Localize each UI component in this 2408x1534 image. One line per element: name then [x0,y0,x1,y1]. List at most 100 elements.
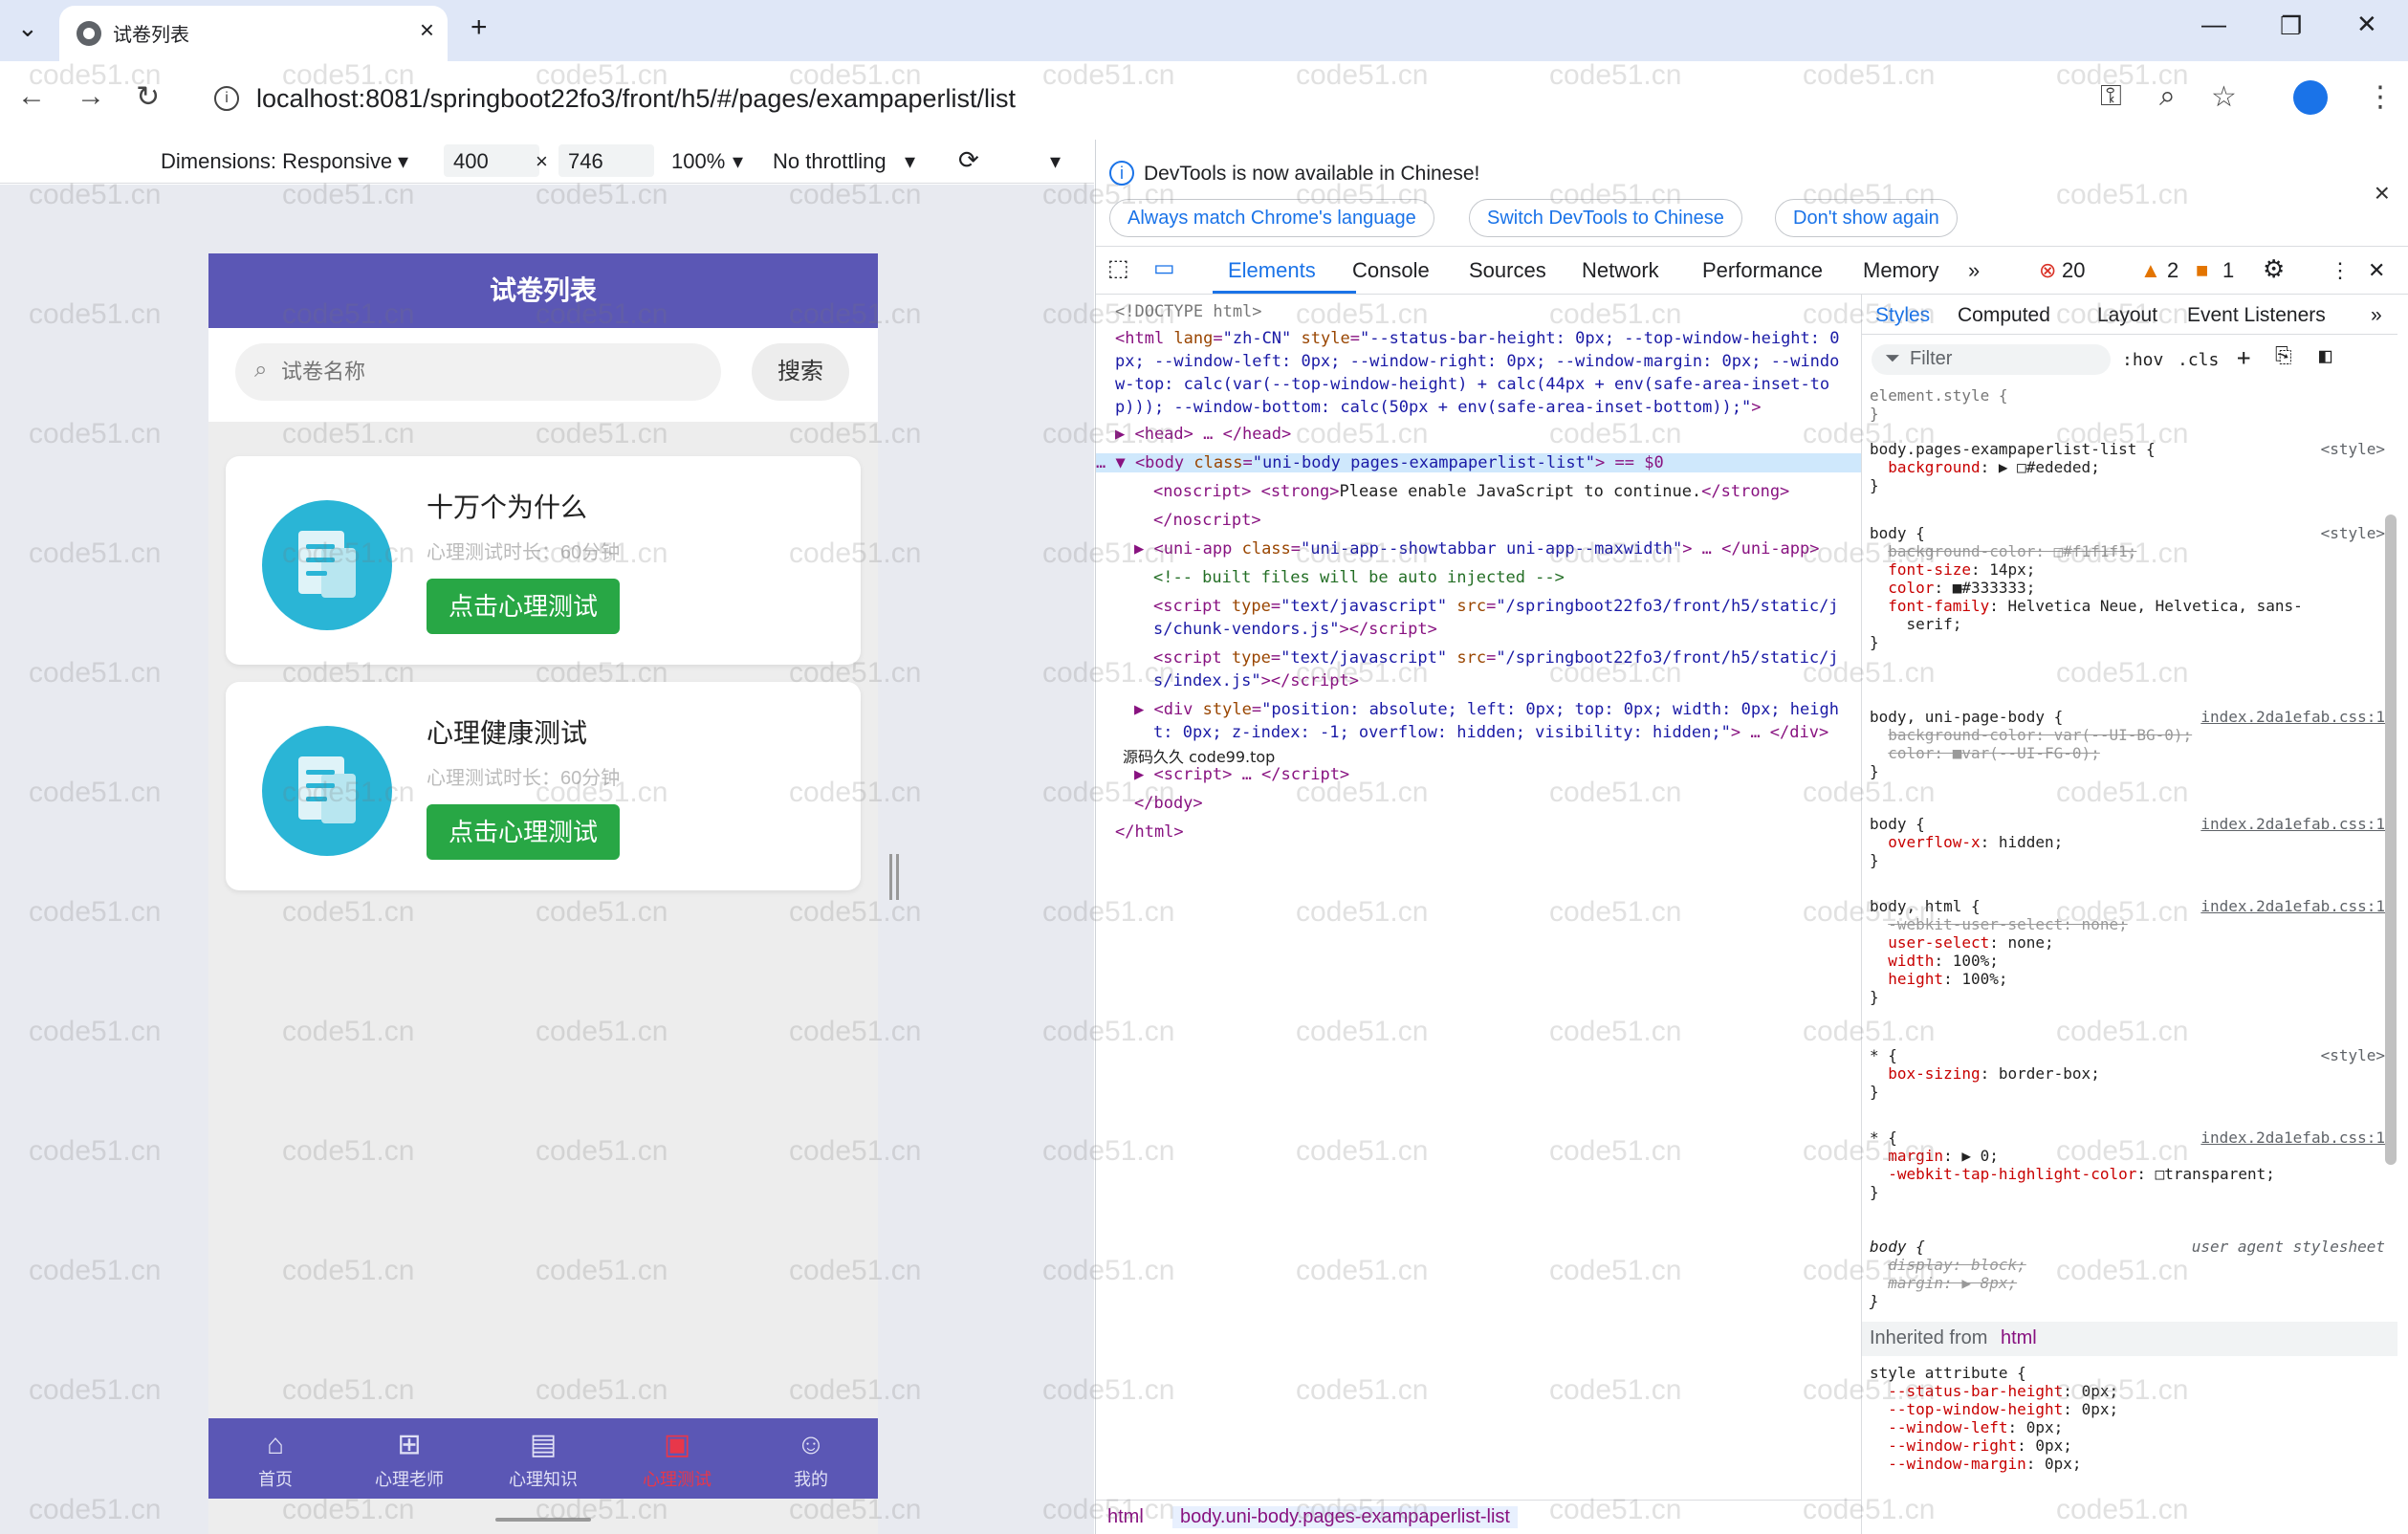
more-options-caret-icon[interactable]: ▾ [1050,149,1061,174]
dom-node[interactable]: <noscript> <strong>Please enable JavaScr… [1153,482,1789,501]
password-key-icon[interactable]: ⚿ [2100,80,2122,113]
new-rule-icon[interactable]: + [2237,344,2250,371]
breadcrumb-body[interactable]: body.uni-body.pages-exampaperlist-list [1172,1506,1518,1528]
inherited-tag[interactable]: html [2001,1327,2037,1348]
dom-node[interactable]: <html lang="zh-CN" style="--status-bar-h… [1115,329,1839,348]
throttling-select[interactable]: No throttling [773,149,887,174]
rule-source[interactable]: index.2da1efab.css:1 [2200,1129,2385,1147]
dom-node[interactable]: ▶ <div style="position: absolute; left: … [1134,700,1839,719]
breadcrumb-html[interactable]: html [1107,1506,1144,1528]
dom-comment[interactable]: <!-- built files will be auto injected -… [1153,568,1565,587]
rotate-icon[interactable]: ⟳ [958,145,979,175]
more-subtabs-icon[interactable]: » [2371,304,2382,327]
styles-filter-input[interactable]: ⏷ Filter [1872,344,2111,375]
profile-avatar-icon[interactable] [2293,80,2328,115]
style-rule[interactable]: * { box-sizing: border-box; } [1870,1046,2100,1101]
dom-node[interactable]: <!DOCTYPE html> [1115,302,1262,321]
switch-chinese-button[interactable]: Switch DevTools to Chinese [1469,199,1742,237]
device-toggle-icon[interactable]: ▭ [1153,254,1175,282]
settings-gear-icon[interactable]: ⚙ [2263,254,2285,284]
subtab-computed[interactable]: Computed [1958,304,2050,327]
width-input[interactable]: 400 [444,144,539,177]
dimensions-select[interactable]: Dimensions: Responsive [161,149,392,174]
forward-icon[interactable]: → [77,80,105,113]
error-count[interactable]: 20 [2062,258,2085,283]
start-test-button[interactable]: 点击心理测试 [427,579,620,634]
tab-console[interactable]: Console [1352,258,1430,283]
dom-node[interactable]: <script type="text/javascript" src="/spr… [1153,648,1839,668]
sidebar-toggle-icon[interactable]: ◧ [2319,344,2331,368]
issues-icon: ■ [2196,258,2209,282]
tab-network[interactable]: Network [1582,258,1659,283]
dom-node[interactable]: ▶ <uni-app class="uni-app--showtabbar un… [1134,539,1820,559]
height-input[interactable]: 746 [558,144,654,177]
new-tab-icon[interactable]: + [471,11,488,44]
tab-tests[interactable]: ▣ 心理测试 [610,1418,744,1499]
match-language-button[interactable]: Always match Chrome's language [1109,199,1434,237]
rule-source[interactable]: index.2da1efab.css:1 [2200,897,2385,915]
browser-menu-icon[interactable]: ⋮ [2366,80,2395,114]
subtab-styles[interactable]: Styles [1875,304,1930,327]
back-icon[interactable]: ← [17,80,46,113]
element-state-icon[interactable]: ⎘ [2275,344,2292,368]
tab-memory[interactable]: Memory [1863,258,1938,283]
search-button[interactable]: 搜索 [752,343,849,401]
warning-count[interactable]: 2 [2167,258,2178,283]
style-rule[interactable]: body { overflow-x: hidden; } [1870,815,2063,869]
inspect-element-icon[interactable]: ⬚ [1107,254,1129,282]
zoom-select[interactable]: 100% [671,149,725,174]
styles-scrollbar[interactable] [2385,515,2397,1165]
close-devtools-icon[interactable]: ✕ [2368,258,2385,283]
rule-source[interactable]: <style> [2321,524,2385,542]
zoom-icon[interactable]: ⌕ [2159,80,2176,113]
style-rule[interactable]: body { display: block; margin: ▶ 8px; } [1870,1238,2026,1310]
hov-toggle[interactable]: :hov [2122,350,2163,370]
style-rule[interactable]: style attribute { --status-bar-height: 0… [1870,1364,2118,1473]
tab-home[interactable]: ⌂ 首页 [208,1418,342,1499]
close-tab-icon[interactable]: × [420,15,434,45]
rule-source[interactable]: index.2da1efab.css:1 [2200,815,2385,833]
close-window-icon[interactable]: ✕ [2356,10,2377,39]
search-input[interactable] [281,353,702,391]
viewport-resize-handle[interactable] [889,854,899,900]
rule-source[interactable]: <style> [2321,1046,2385,1064]
bottom-tabbar: ⌂ 首页 ⊞ 心理老师 ▤ 心理知识 ▣ 心理测试 ☺ 我的 [208,1418,878,1499]
devtools-menu-icon[interactable]: ⋮ [2330,258,2351,283]
tab-mine[interactable]: ☺ 我的 [744,1418,878,1499]
subtab-event-listeners[interactable]: Event Listeners [2187,304,2326,327]
close-infobar-icon[interactable]: × [2375,178,2390,208]
dom-node[interactable]: ▶ <head> … </head> [1115,425,1291,444]
cls-toggle[interactable]: .cls [2178,350,2219,370]
dom-node: </noscript> [1153,511,1261,530]
omnibox[interactable]: i localhost:8081/springboot22fo3/front/h… [199,71,2098,128]
dom-breadcrumb: html body.uni-body.pages-exampaperlist-l… [1096,1500,1861,1534]
tab-elements[interactable]: Elements [1228,258,1316,283]
tab-performance[interactable]: Performance [1702,258,1823,283]
tab-sources[interactable]: Sources [1469,258,1546,283]
style-rule[interactable]: body.pages-exampaperlist-list { backgrou… [1870,440,2156,494]
start-test-button[interactable]: 点击心理测试 [427,804,620,860]
dom-node[interactable]: <script type="text/javascript" src="/spr… [1153,597,1839,616]
subtab-layout[interactable]: Layout [2097,304,2157,327]
rule-source: user agent stylesheet [2191,1238,2385,1256]
style-rule[interactable]: body, uni-page-body { background-color: … [1870,708,2192,780]
tab-knowledge[interactable]: ▤ 心理知识 [476,1418,610,1499]
reload-icon[interactable]: ↻ [136,80,160,114]
dom-node[interactable]: ▶ <script> … </script> [1134,765,1349,784]
tab-teachers[interactable]: ⊞ 心理老师 [342,1418,476,1499]
minimize-icon[interactable]: — [2201,10,2226,39]
site-info-icon[interactable]: i [214,86,239,111]
restore-icon[interactable]: ❐ [2280,11,2302,41]
tab-search-icon[interactable]: ⌄ [17,13,38,43]
style-rule[interactable]: body { background-color: □#f1f1f1; font-… [1870,524,2303,651]
more-tabs-icon[interactable]: » [1968,258,1980,283]
dont-show-again-button[interactable]: Don't show again [1775,199,1958,237]
style-rule[interactable]: element.style { } [1870,386,2008,423]
style-rule[interactable]: body, html { -webkit-user-select: none; … [1870,897,2128,1006]
bookmark-star-icon[interactable]: ☆ [2211,80,2237,114]
issues-count[interactable]: 1 [2222,258,2234,283]
dom-node-selected[interactable]: … ▼ <body class="uni-body pages-exampape… [1096,453,1861,472]
browser-tab[interactable]: 试卷列表 × [59,6,448,61]
rule-source[interactable]: <style> [2321,440,2385,458]
rule-source[interactable]: index.2da1efab.css:1 [2200,708,2385,726]
